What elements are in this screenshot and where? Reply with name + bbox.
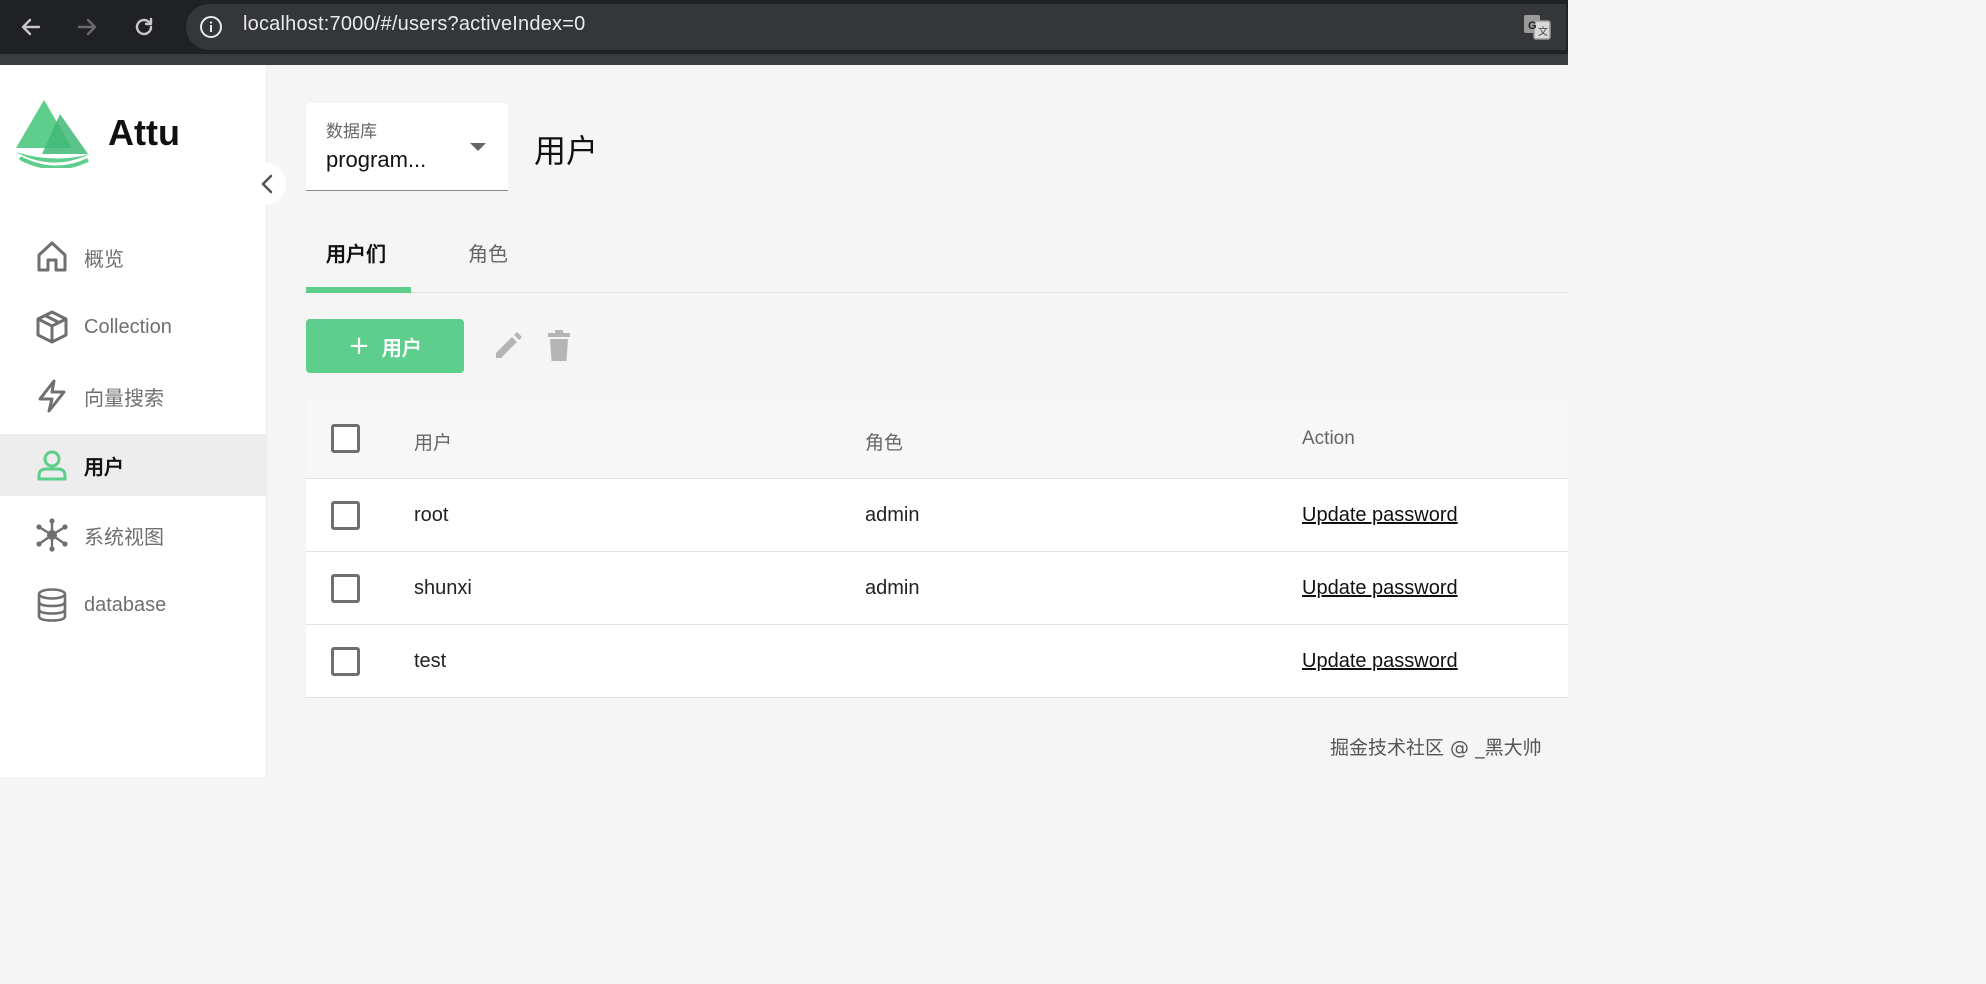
tab-roles[interactable]: 角色	[468, 238, 508, 267]
active-tab-indicator	[306, 287, 411, 293]
role-cell: admin	[865, 577, 920, 599]
sidebar-item-label: 向量搜索	[84, 387, 164, 410]
browser-toolbar-divider	[0, 54, 1568, 65]
sidebar-item-collection[interactable]: Collection	[0, 296, 267, 358]
update-password-link[interactable]: Update password	[1302, 650, 1458, 673]
tabs-divider	[306, 292, 1568, 293]
table-header: 用户 角色 Action	[306, 398, 1568, 479]
row-checkbox[interactable]	[331, 647, 360, 676]
role-cell: admin	[865, 504, 920, 526]
edit-icon[interactable]	[491, 328, 525, 364]
table-row[interactable]: test Update password	[306, 625, 1568, 698]
reload-icon[interactable]	[127, 10, 161, 44]
user-cell: root	[414, 504, 449, 526]
sidebar-item-system-view[interactable]: 系统视图	[0, 504, 267, 566]
user-icon	[34, 447, 70, 483]
svg-text:文: 文	[1538, 25, 1548, 38]
tab-users[interactable]: 用户们	[326, 238, 386, 267]
table-row[interactable]: root admin Update password	[306, 479, 1568, 552]
network-icon	[34, 517, 70, 553]
sidebar-item-label: database	[84, 593, 167, 616]
app-name[interactable]: Attu	[108, 112, 180, 154]
user-cell: shunxi	[414, 577, 472, 599]
svg-text:G: G	[1528, 20, 1537, 32]
home-icon	[34, 239, 70, 275]
row-checkbox[interactable]	[331, 501, 360, 530]
add-user-button[interactable]: + 用户	[306, 319, 464, 373]
sidebar-item-vector-search[interactable]: 向量搜索	[0, 365, 267, 427]
chevron-left-icon	[261, 174, 273, 194]
database-select-label: 数据库	[326, 122, 377, 142]
column-header-role[interactable]: 角色	[865, 428, 903, 455]
forward-icon[interactable]	[70, 10, 104, 44]
cube-icon	[34, 309, 70, 345]
select-all-checkbox[interactable]	[331, 424, 360, 453]
sidebar-item-overview[interactable]: 概览	[0, 226, 267, 288]
users-table: 用户 角色 Action root admin Update password …	[306, 398, 1568, 698]
delete-icon[interactable]	[542, 328, 576, 364]
sidebar-item-users[interactable]: 用户	[0, 434, 267, 496]
lightning-icon	[34, 378, 70, 414]
sidebar-item-label: 概览	[84, 248, 124, 271]
add-user-button-label: 用户	[381, 335, 422, 360]
database-icon	[34, 587, 70, 623]
translate-icon[interactable]: G文	[1522, 12, 1552, 42]
row-checkbox[interactable]	[331, 574, 360, 603]
update-password-link[interactable]: Update password	[1302, 577, 1458, 600]
table-row[interactable]: shunxi admin Update password	[306, 552, 1568, 625]
column-header-user[interactable]: 用户	[414, 428, 452, 455]
sidebar-item-label: 系统视图	[84, 526, 164, 549]
info-icon[interactable]	[196, 12, 226, 42]
update-password-link[interactable]: Update password	[1302, 504, 1458, 527]
column-header-action: Action	[1302, 428, 1355, 449]
database-select[interactable]: 数据库 program...	[306, 103, 508, 191]
page-title: 用户	[534, 132, 599, 170]
database-select-value[interactable]: program...	[326, 147, 426, 173]
sidebar-item-label: Collection	[84, 315, 172, 338]
collapse-sidebar-button[interactable]	[248, 163, 286, 205]
attu-logo[interactable]	[14, 98, 92, 170]
user-cell: test	[414, 650, 447, 672]
dropdown-caret-icon[interactable]	[470, 143, 486, 151]
url-text[interactable]: localhost:7000/#/users?activeIndex=0	[243, 13, 585, 36]
back-icon[interactable]	[14, 10, 48, 44]
plus-icon: +	[348, 331, 370, 361]
sidebar-item-database[interactable]: database	[0, 574, 267, 636]
sidebar-item-label: 用户	[84, 456, 124, 479]
watermark: 掘金技术社区 @ _黑大帅	[1330, 737, 1542, 759]
